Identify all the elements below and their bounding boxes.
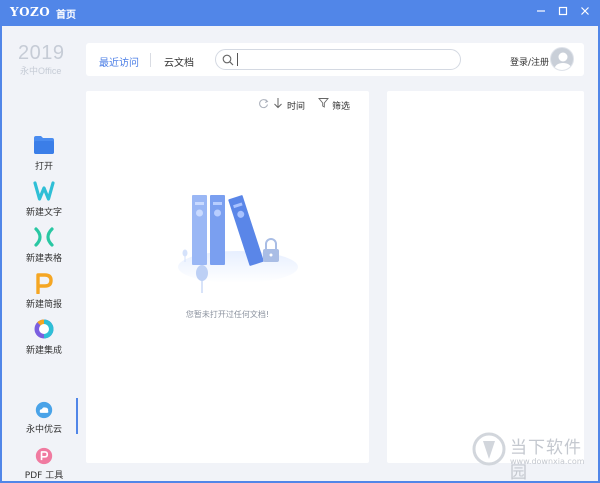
spreadsheet-icon bbox=[34, 227, 54, 247]
sidebar-item-label: 新建文字 bbox=[25, 208, 62, 218]
brand-year: 2019 bbox=[18, 42, 65, 64]
sidebar-item-label: 打开 bbox=[34, 162, 53, 172]
watermark-url: www.downxia.com bbox=[510, 457, 585, 466]
sidebar-item-pdf-tools[interactable]: PDF 工具 bbox=[18, 447, 70, 481]
sidebar-item-label: 新建简报 bbox=[25, 300, 62, 310]
brand-name: 永中Office bbox=[20, 66, 62, 76]
tab-divider bbox=[150, 53, 151, 67]
sidebar-item-open[interactable]: 打开 bbox=[18, 134, 70, 172]
sort-arrow-icon[interactable] bbox=[273, 97, 283, 109]
top-bar: 最近访问 云文档 登录/注册 bbox=[86, 43, 584, 76]
sidebar-item-new-presentation[interactable]: 新建简报 bbox=[18, 272, 70, 310]
empty-state-illustration bbox=[178, 195, 298, 293]
sidebar-item-label: 新建表格 bbox=[25, 254, 62, 264]
word-icon bbox=[33, 181, 55, 201]
sort-by-time[interactable]: 时间 bbox=[287, 99, 305, 112]
minimize-icon[interactable] bbox=[531, 3, 551, 23]
filter-icon[interactable] bbox=[318, 97, 329, 108]
sidebar-item-new-spreadsheet[interactable]: 新建表格 bbox=[18, 226, 70, 264]
pdf-icon bbox=[35, 447, 53, 465]
watermark: 当下软件园 www.downxia.com bbox=[472, 430, 588, 482]
integration-icon bbox=[34, 319, 54, 339]
user-icon bbox=[554, 52, 572, 70]
cloud-icon bbox=[35, 401, 53, 419]
sidebar-item-label: 永中优云 bbox=[25, 425, 62, 435]
search-input[interactable] bbox=[215, 49, 461, 70]
filter-button[interactable]: 筛选 bbox=[332, 99, 350, 112]
presentation-icon bbox=[36, 273, 53, 294]
sidebar-active-indicator bbox=[76, 398, 78, 434]
sidebar-item-new-document[interactable]: 新建文字 bbox=[18, 180, 70, 218]
refresh-icon[interactable] bbox=[258, 98, 269, 109]
sidebar-item-label: PDF 工具 bbox=[24, 471, 64, 481]
folder-icon bbox=[34, 136, 54, 154]
sidebar-item-new-integration[interactable]: 新建集成 bbox=[18, 318, 70, 356]
avatar[interactable] bbox=[550, 47, 574, 71]
text-cursor bbox=[237, 53, 238, 66]
search-icon bbox=[222, 54, 234, 66]
empty-state-message: 您暂未打开过任何文档! bbox=[185, 310, 270, 319]
preview-panel bbox=[387, 91, 584, 463]
tab-home[interactable]: 首页 bbox=[56, 6, 76, 21]
maximize-icon[interactable] bbox=[553, 3, 573, 23]
sidebar-item-label: 新建集成 bbox=[25, 346, 62, 356]
login-register-link[interactable]: 登录/注册 bbox=[510, 55, 549, 68]
tab-recent[interactable]: 最近访问 bbox=[99, 54, 139, 69]
tab-cloud-documents[interactable]: 云文档 bbox=[164, 54, 194, 69]
watermark-logo-icon bbox=[472, 432, 506, 466]
title-bar: YOZO 首页 bbox=[0, 0, 600, 26]
sidebar-item-yozo-cloud[interactable]: 永中优云 bbox=[18, 401, 70, 435]
close-icon[interactable] bbox=[575, 3, 595, 23]
app-logo: YOZO bbox=[10, 5, 51, 19]
